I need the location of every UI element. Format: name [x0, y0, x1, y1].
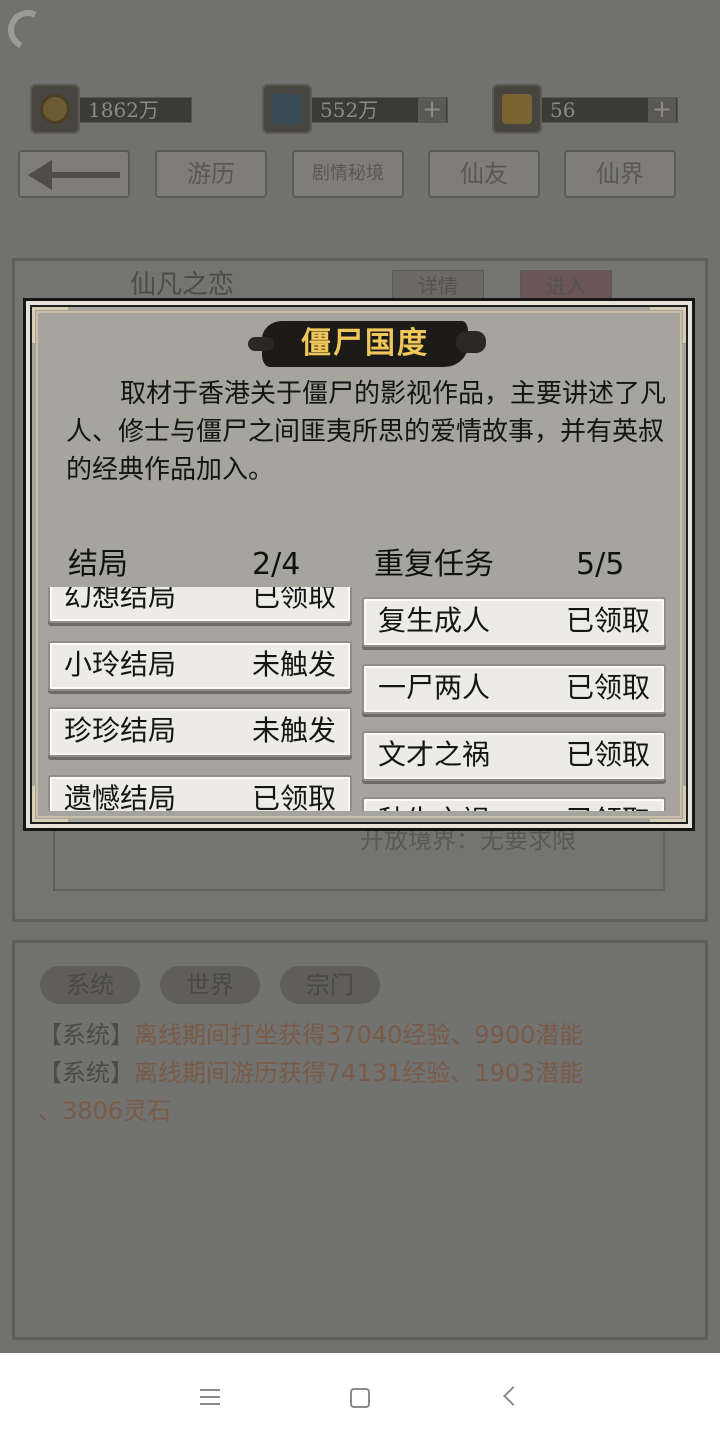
menu-icon[interactable]: [192, 1379, 228, 1415]
loading-spinner-icon: [2, 4, 54, 56]
chat-tab-sect[interactable]: 宗门: [280, 966, 380, 1004]
back-icon[interactable]: [492, 1379, 528, 1415]
tab-story-realm[interactable]: 剧情秘境: [292, 150, 404, 198]
chat-tab-world[interactable]: 世界: [160, 966, 260, 1004]
chat-tab-system[interactable]: 系统: [40, 966, 140, 1004]
resource-coins: 1862万: [30, 84, 192, 134]
task-item[interactable]: 一尸两人 已领取: [362, 664, 666, 714]
task-item[interactable]: 文才之祸 已领取: [362, 731, 666, 781]
home-icon[interactable]: [341, 1379, 377, 1415]
sword-value: 552万: [320, 98, 379, 122]
repeat-tasks-count: 5/5: [576, 547, 625, 582]
tab-friends[interactable]: 仙友: [428, 150, 540, 198]
book-value: 56: [550, 98, 576, 122]
corner-ornament: [650, 307, 686, 343]
modal-description: 取材于香港关于僵尸的影视作品，主要讲述了凡人、修士与僵尸之间匪夷所思的爱情故事，…: [66, 379, 667, 485]
resource-sword: 552万 +: [262, 84, 450, 134]
task-item[interactable]: 秋生之祸 已领取: [362, 797, 666, 811]
ending-item[interactable]: 遗憾结局 已领取: [48, 775, 352, 811]
system-navigation-bar: [0, 1353, 720, 1440]
resource-book: 56 +: [492, 84, 680, 134]
chat-message: 【系统】离线期间游历获得74131经验、1903潜能: [38, 1059, 584, 1087]
ending-item[interactable]: 幻想结局 已领取: [48, 587, 352, 623]
ending-item[interactable]: 珍珍结局 未触发: [48, 707, 352, 757]
book-icon: [492, 84, 542, 134]
book-plus-button[interactable]: +: [648, 97, 676, 123]
coin-icon: [30, 84, 80, 134]
endings-count: 2/4: [252, 547, 301, 582]
sword-icon: [262, 84, 312, 134]
repeat-tasks-label: 重复任务: [374, 547, 494, 582]
story-realm-modal: 僵尸国度 取材于香港关于僵尸的影视作品，主要讲述了凡人、修士与僵尸之间匪夷所思的…: [23, 298, 695, 831]
ending-item[interactable]: 小玲结局 未触发: [48, 641, 352, 691]
tab-travel[interactable]: 游历: [155, 150, 267, 198]
corner-ornament: [32, 307, 68, 343]
modal-title: 僵尸国度: [301, 326, 429, 361]
chat-message: 、3806灵石: [38, 1097, 172, 1125]
tab-fairy-realm[interactable]: 仙界: [564, 150, 676, 198]
back-button[interactable]: [18, 150, 130, 198]
left-arrow-icon: [28, 160, 120, 190]
repeat-tasks-list[interactable]: 复生成人 已领取 一尸两人 已领取 文才之祸 已领取 秋生之祸 已领取: [362, 587, 668, 811]
stage-title: 仙凡之恋: [130, 270, 235, 300]
sword-plus-button[interactable]: +: [418, 97, 446, 123]
endings-label: 结局: [68, 547, 128, 582]
endings-list[interactable]: 幻想结局 已领取 小玲结局 未触发 珍珍结局 未触发 遗憾结局 已领取: [48, 587, 354, 811]
chat-message: 【系统】离线期间打坐获得37040经验、9900潜能: [38, 1021, 584, 1049]
coins-value: 1862万: [88, 98, 159, 122]
task-item[interactable]: 复生成人 已领取: [362, 597, 666, 647]
